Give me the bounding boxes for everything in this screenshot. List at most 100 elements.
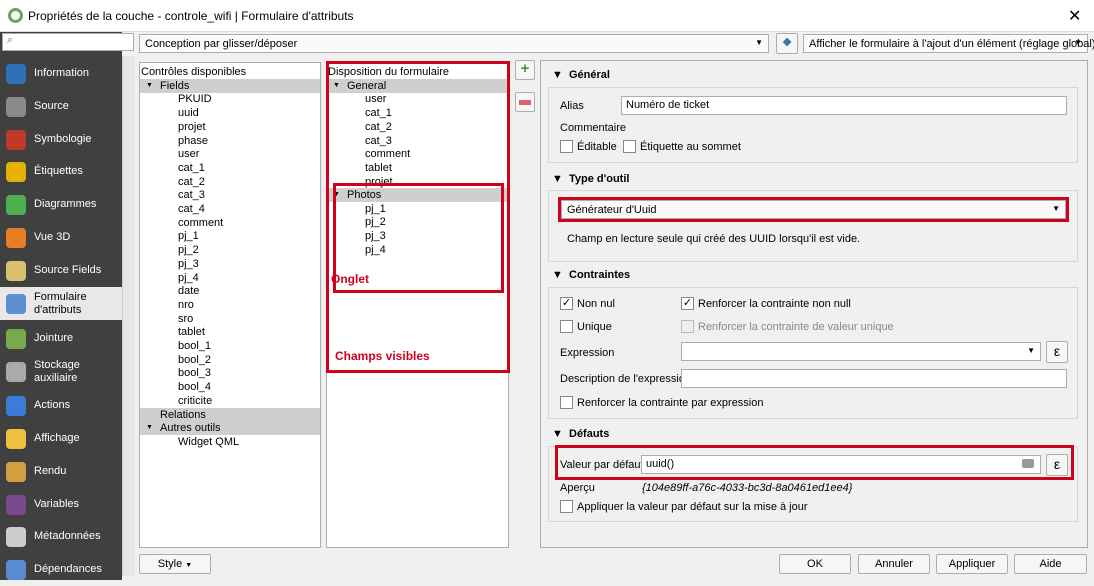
tree-item[interactable]: pj_4 — [140, 271, 320, 285]
sidebar-item[interactable]: Information — [0, 57, 122, 90]
label-on-top-checkbox[interactable] — [623, 140, 636, 153]
tree-item[interactable]: criticite — [140, 394, 320, 408]
tree-item[interactable]: date — [140, 284, 320, 298]
tree-item[interactable]: sro — [140, 312, 320, 326]
tree-group[interactable]: ▼ Autres outils — [140, 421, 320, 436]
tree-item[interactable]: cat_3 — [140, 188, 320, 202]
tree-item[interactable]: pj_1 — [140, 229, 320, 243]
expression-description-input[interactable] — [681, 369, 1067, 388]
sidebar-item[interactable]: Variables — [0, 488, 122, 521]
show-form-select[interactable]: Afficher le formulaire à l'ajout d'un él… — [803, 34, 1094, 53]
sidebar-item[interactable]: Dépendances — [0, 553, 122, 586]
sidebar-search-input[interactable]: ⌕ — [2, 33, 134, 51]
layout-mode-select[interactable]: Conception par glisser/déposer ▼ — [139, 34, 769, 53]
chevron-down-icon: ▼ — [1074, 38, 1082, 47]
sidebar-item-label: Rendu — [34, 465, 67, 477]
expression-label: Expression — [560, 347, 615, 359]
available-controls-tree[interactable]: Contrôles disponibles ▼ Fields PKUID uuid pro… — [139, 62, 321, 548]
section-constraints-header[interactable]: ▼ Contraintes — [552, 269, 630, 281]
tree-item[interactable]: bool_3 — [140, 366, 320, 380]
sidebar-item[interactable]: Stockage auxiliaire — [0, 355, 122, 388]
tree-item[interactable]: tablet — [140, 325, 320, 339]
sidebar-item[interactable]: Jointure — [0, 322, 122, 355]
tree-item-label: bool_4 — [178, 381, 212, 394]
tree-item[interactable]: Widget QML — [140, 435, 320, 449]
editable-checkbox[interactable] — [560, 140, 573, 153]
tree-item[interactable]: uuid — [140, 106, 320, 120]
remove-button[interactable] — [515, 92, 535, 112]
apply-default-on-update-label: Appliquer la valeur par défaut sur la mi… — [577, 501, 808, 513]
cancel-button[interactable]: Annuler — [858, 554, 930, 574]
sidebar-item[interactable]: Formulaire d'attributs — [0, 287, 122, 320]
enforce-not-null-checkbox[interactable]: ✓ — [681, 297, 694, 310]
add-container-button[interactable]: + — [515, 60, 535, 80]
sidebar-item-icon — [6, 361, 26, 382]
tree-item[interactable]: bool_2 — [140, 353, 320, 367]
section-title: Général — [569, 69, 610, 81]
tree-item[interactable]: pj_3 — [140, 257, 320, 271]
tree-item-label: bool_3 — [178, 367, 212, 380]
apply-default-on-update-checkbox[interactable] — [560, 500, 573, 513]
apply-button[interactable]: Appliquer — [936, 554, 1008, 574]
tree-item-label: projet — [178, 120, 206, 133]
close-button[interactable]: ✕ — [1068, 6, 1081, 26]
alias-input[interactable]: Numéro de ticket — [621, 96, 1067, 115]
tree-item[interactable]: bool_1 — [140, 339, 320, 353]
tree-item-label: uuid — [178, 107, 199, 120]
enforce-unique-checkbox[interactable] — [681, 320, 694, 333]
tree-item-label: Widget QML — [178, 435, 240, 448]
style-button[interactable]: Style ▼ — [139, 554, 211, 574]
sidebar-item[interactable]: Vue 3D — [0, 221, 122, 254]
chevron-down-icon: ▼ — [755, 38, 763, 47]
expand-arrow-icon[interactable]: ▼ — [146, 79, 153, 93]
tree-item[interactable]: cat_1 — [140, 161, 320, 175]
sidebar-item[interactable]: Rendu — [0, 455, 122, 488]
sidebar-item-label: Symbologie — [34, 133, 92, 145]
section-defaults-header[interactable]: ▼ Défauts — [552, 428, 609, 440]
sidebar-item[interactable]: Métadonnées — [0, 520, 122, 553]
expression-builder-button[interactable]: ε — [1046, 341, 1068, 363]
python-icon: ❖ — [782, 37, 792, 49]
sidebar-item-icon — [6, 395, 26, 416]
label-on-top-label: Étiquette au sommet — [640, 141, 741, 153]
sidebar-item-label: Vue 3D — [34, 231, 71, 243]
unique-checkbox[interactable] — [560, 320, 573, 333]
not-null-checkbox[interactable]: ✓ — [560, 297, 573, 310]
tree-item[interactable]: user — [140, 147, 320, 161]
tree-item-label: phase — [178, 134, 208, 147]
tree-item[interactable]: projet — [140, 120, 320, 134]
sidebar-item-icon — [6, 559, 26, 580]
sidebar-item[interactable]: Affichage — [0, 422, 122, 455]
expand-arrow-icon[interactable]: ▼ — [146, 421, 153, 435]
sidebar-item[interactable]: Actions — [0, 389, 122, 422]
sidebar-item[interactable]: Symbologie — [0, 123, 122, 156]
tree-item[interactable]: cat_4 — [140, 202, 320, 216]
sidebar-item-icon — [6, 194, 26, 215]
sidebar-item[interactable]: Source — [0, 90, 122, 123]
sidebar-scrollbar[interactable] — [122, 56, 135, 576]
tree-item[interactable]: comment — [140, 216, 320, 230]
tree-item[interactable]: cat_2 — [140, 175, 320, 189]
tree-item[interactable]: bool_4 — [140, 380, 320, 394]
tree-group[interactable]: Relations — [140, 407, 320, 422]
tree-item[interactable]: phase — [140, 134, 320, 148]
sidebar-item[interactable]: Diagrammes — [0, 188, 122, 221]
tree-item[interactable]: PKUID — [140, 92, 320, 106]
section-widget-header[interactable]: ▼ Type d'outil — [552, 173, 629, 185]
tree-item[interactable]: pj_2 — [140, 243, 320, 257]
section-title: Type d'outil — [569, 173, 630, 185]
section-general-header[interactable]: ▼ Général — [552, 69, 610, 81]
python-init-button[interactable]: ❖ — [776, 33, 798, 54]
enforce-expression-checkbox[interactable] — [560, 396, 573, 409]
help-button[interactable]: Aide — [1014, 554, 1087, 574]
tree-item-label: pj_2 — [178, 244, 199, 257]
enforce-not-null-label: Renforcer la contrainte non null — [698, 298, 851, 310]
sidebar-item[interactable]: Étiquettes — [0, 155, 122, 188]
ok-button[interactable]: OK — [779, 554, 851, 574]
qgis-logo-icon — [8, 8, 23, 23]
sidebar-item[interactable]: Source Fields — [0, 254, 122, 287]
tree-item[interactable]: nro — [140, 298, 320, 312]
expression-input[interactable]: ▼ — [681, 342, 1041, 361]
sidebar-item-icon — [6, 260, 26, 281]
tree-group[interactable]: ▼ Fields — [140, 78, 320, 93]
